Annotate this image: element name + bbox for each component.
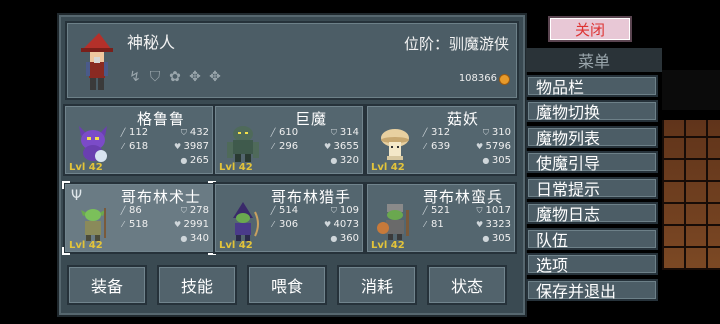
monster-card[interactable]: 巨魔 ╱ 610 ⛉ 314 ⁄ 296 ♥ 3655 ● 320 Lvl 42 <box>213 104 365 176</box>
boot-icon: ● <box>180 234 188 243</box>
boot-icon: ● <box>330 156 338 165</box>
heart-icon: ♥ <box>173 220 182 229</box>
shield-icon: ⛉ <box>180 206 187 215</box>
sword-icon: ╱ <box>270 128 276 137</box>
heart-icon: ♥ <box>475 220 484 229</box>
monster-stats: ╱ 521 ⛉ 1017 ⁄ 81 ♥ 3323 ● 305 <box>422 205 511 244</box>
menu-item-monster-log[interactable]: 魔物日志 <box>526 202 658 224</box>
wand-icon: ⁄ <box>424 220 426 229</box>
menu-item-monster-list[interactable]: 魔物列表 <box>526 126 658 148</box>
wand-icon: ⁄ <box>424 142 426 151</box>
monster-level: Lvl 42 <box>371 240 405 251</box>
monster-level: Lvl 42 <box>219 240 253 251</box>
close-button[interactable]: 关闭 <box>548 16 632 42</box>
hero-card[interactable]: 神秘人 位阶：驯魔游侠 ↯ ⛉ ✿ ✥ ✥ 108366 <box>65 21 519 100</box>
hero-sprite <box>81 33 113 90</box>
monster-stats: ╱ 514 ⛉ 109 ⁄ 306 ♥ 4073 ● 360 <box>270 205 359 244</box>
heart-icon: ♥ <box>173 142 182 151</box>
equip-button[interactable]: 装备 <box>67 265 147 305</box>
status-button[interactable]: 状态 <box>427 265 507 305</box>
boot-icon: ● <box>482 156 490 165</box>
sword-icon: ╱ <box>270 206 276 215</box>
monster-stats: ╱ 312 ⛉ 310 ⁄ 639 ♥ 5796 ● 305 <box>422 127 511 166</box>
menu-item-options[interactable]: 选项 <box>526 253 658 275</box>
hero-name: 神秘人 <box>127 33 176 52</box>
compass-icon: ✥ <box>209 69 221 85</box>
monster-level: Lvl 42 <box>219 162 253 173</box>
monster-stats: ╱ 86 ⛉ 278 ⁄ 518 ♥ 2991 ● 340 <box>120 205 209 244</box>
shield-icon: ⛉ <box>482 128 489 137</box>
sword-icon: ╱ <box>120 128 126 137</box>
hero-rank: 位阶：驯魔游侠 <box>403 35 509 53</box>
shield-icon: ⛉ <box>149 69 161 85</box>
background-dark <box>662 70 720 110</box>
consume-button[interactable]: 消耗 <box>337 265 417 305</box>
heart-icon: ♥ <box>323 142 332 151</box>
boot-icon: ● <box>180 156 188 165</box>
monster-card[interactable]: 菇妖 ╱ 312 ⛉ 310 ⁄ 639 ♥ 5796 ● 305 Lvl 42 <box>365 104 517 176</box>
menu-item-inventory[interactable]: 物品栏 <box>526 75 658 97</box>
shield-icon: ⛉ <box>330 206 337 215</box>
wand-icon: ⁄ <box>272 220 274 229</box>
monster-level: Lvl 42 <box>371 162 405 173</box>
heart-icon: ♥ <box>323 220 332 229</box>
boot-icon: ● <box>482 234 490 243</box>
gold-amount: 108366 <box>458 73 497 84</box>
skills-button[interactable]: 技能 <box>157 265 237 305</box>
monster-card[interactable]: 哥布林猎手 ╱ 514 ⛉ 109 ⁄ 306 ♥ 4073 ● 360 Lvl 42 <box>213 182 365 254</box>
flower-icon: ✿ <box>169 69 181 85</box>
wand-icon: ⁄ <box>272 142 274 151</box>
menu-item-familiar-guide[interactable]: 使魔引导 <box>526 151 658 173</box>
boot-icon: ● <box>330 234 338 243</box>
wand-icon: ⁄ <box>122 142 124 151</box>
gold-coin-icon <box>499 74 510 85</box>
sword-icon: ╱ <box>422 128 428 137</box>
monster-level: Lvl 42 <box>69 240 103 251</box>
monster-card[interactable]: 哥布林蛮兵 ╱ 521 ⛉ 1017 ⁄ 81 ♥ 3323 ● 305 Lvl 42 <box>365 182 517 254</box>
monster-card[interactable]: 格鲁鲁 ╱ 112 ⛉ 432 ⁄ 618 ♥ 3987 ● 265 Lvl 42 <box>63 104 215 176</box>
menu-item-monster-switch[interactable]: 魔物切换 <box>526 100 658 122</box>
selection-corner <box>62 181 70 189</box>
shield-icon: ⛉ <box>180 128 187 137</box>
compass-icon: ✥ <box>189 69 201 85</box>
monster-stats: ╱ 610 ⛉ 314 ⁄ 296 ♥ 3655 ● 320 <box>270 127 359 166</box>
menu-item-daily-tips[interactable]: 日常提示 <box>526 177 658 199</box>
sword-icon: ╱ <box>422 206 428 215</box>
shield-icon: ⛉ <box>330 128 337 137</box>
shield-icon: ⛉ <box>476 206 483 215</box>
sword-icon: ╱ <box>120 206 126 215</box>
wand-icon: ⁄ <box>122 220 124 229</box>
feed-button[interactable]: 喂食 <box>247 265 327 305</box>
background-brick-wall <box>662 120 720 270</box>
menu-item-save-and-quit[interactable]: 保存并退出 <box>526 279 658 301</box>
hook-icon: ↯ <box>129 69 141 85</box>
monster-stats: ╱ 112 ⛉ 432 ⁄ 618 ♥ 3987 ● 265 <box>120 127 209 166</box>
heart-icon: ♥ <box>475 142 484 151</box>
monster-level: Lvl 42 <box>69 162 103 173</box>
menu-title: 菜单 <box>526 48 662 72</box>
monster-card-selected[interactable]: Ψ 哥布林术士 ╱ 86 ⛉ 278 ⁄ 518 ♥ 2991 ● 340 Lvl 42 <box>62 181 216 255</box>
hero-equipment-icons: ↯ ⛉ ✿ ✥ ✥ <box>127 69 223 85</box>
menu-item-party[interactable]: 队伍 <box>526 228 658 250</box>
